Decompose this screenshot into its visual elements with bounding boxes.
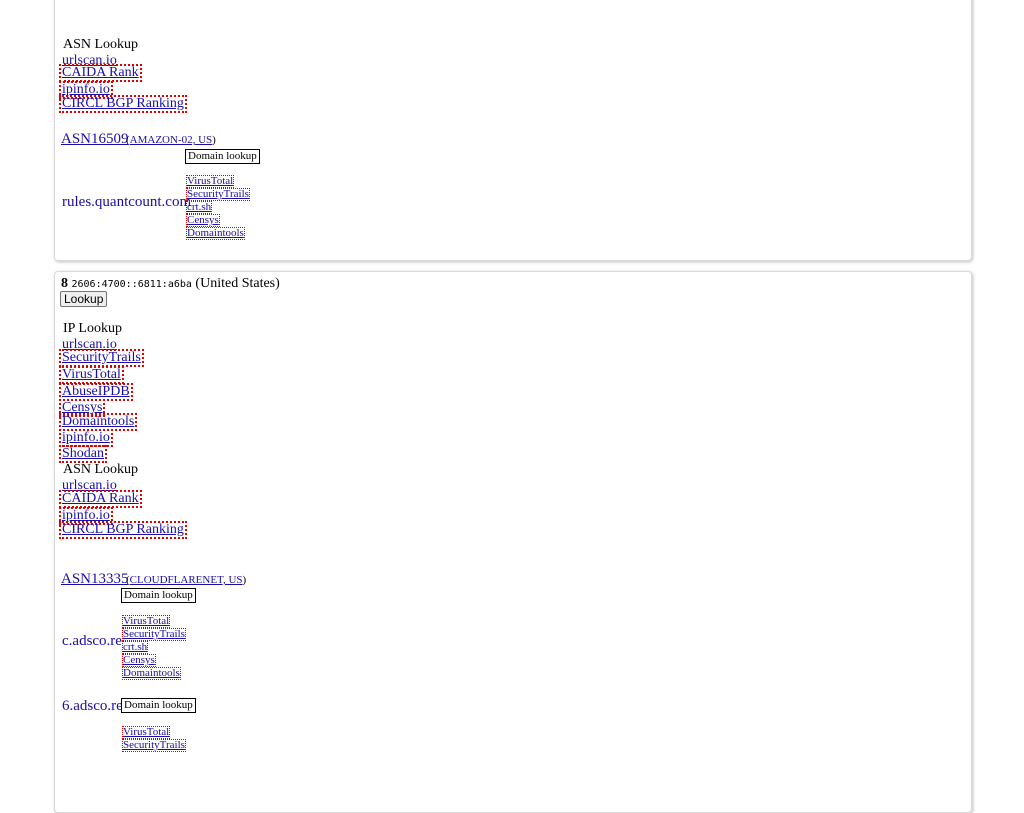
asn-number-link[interactable]: ASN13335 <box>61 571 129 588</box>
domain-link-virustotal[interactable]: VirusTotal <box>122 726 171 739</box>
ip-link-abuseipdb[interactable]: AbuseIPDB <box>59 383 133 401</box>
domain-link-virustotal[interactable]: VirusTotal <box>186 175 235 188</box>
asn-lookup-header: ASN Lookup <box>63 462 139 477</box>
result-card: 8 2606:4700::6811:a6ba (United States) L… <box>54 271 972 813</box>
domain-lookup-button[interactable]: Domain lookup <box>185 149 260 164</box>
asn-lookup-header: ASN Lookup <box>63 37 139 52</box>
domain-link-domaintools[interactable]: Domaintools <box>122 667 181 680</box>
domain-name: c.adsco.re <box>62 633 122 649</box>
asn-owner: (CLOUDFLARENET, US) <box>126 574 247 586</box>
domain-link-domaintools[interactable]: Domaintools <box>186 227 245 240</box>
domain-link-virustotal[interactable]: VirusTotal <box>122 615 171 628</box>
domain-lookup-button[interactable]: Domain lookup <box>121 588 196 603</box>
domain-link-censys[interactable]: Censys <box>122 654 156 667</box>
asn-link-caida-rank[interactable]: CAIDA Rank <box>59 64 142 82</box>
ip-link-virustotal[interactable]: VirusTotal <box>59 366 124 384</box>
result-card: ASN Lookup urlscan.io CAIDA Rank ipinfo.… <box>54 0 972 261</box>
domain-link-crtsh[interactable]: crt.sh <box>122 641 149 654</box>
domain-link-securitytrails[interactable]: SecurityTrails <box>122 739 186 752</box>
ip-country: (United States) <box>195 276 280 291</box>
domain-name: rules.quantcount.com <box>62 194 192 210</box>
domain-link-censys[interactable]: Censys <box>186 214 220 227</box>
asn-link-circl-bgp[interactable]: CIRCL BGP Ranking <box>59 95 187 113</box>
asn-owner-link[interactable]: AMAZON-02, US <box>130 134 213 146</box>
domain-link-crtsh[interactable]: crt.sh <box>186 201 213 214</box>
ip-link-domaintools[interactable]: Domaintools <box>58 413 138 431</box>
asn-link-caida-rank[interactable]: CAIDA Rank <box>59 490 142 508</box>
lookup-button[interactable]: Lookup <box>60 291 108 307</box>
domain-name: 6.adsco.re <box>62 698 123 714</box>
ip-link-ipinfo[interactable]: ipinfo.io <box>59 429 113 447</box>
ip-lookup-header: IP Lookup <box>63 321 122 336</box>
domain-link-securitytrails[interactable]: SecurityTrails <box>122 628 186 641</box>
domain-lookup-button[interactable]: Domain lookup <box>121 698 196 713</box>
asn-link-circl-bgp[interactable]: CIRCL BGP Ranking <box>59 521 187 539</box>
result-index: 8 <box>61 276 68 291</box>
domain-links: VirusTotal SecurityTrails crt.sh Censys … <box>186 175 250 240</box>
asn-number-link[interactable]: ASN16509 <box>61 131 129 148</box>
ip-link-shodan[interactable]: Shodan <box>59 445 107 463</box>
domain-link-securitytrails[interactable]: SecurityTrails <box>186 188 250 201</box>
asn-owner-link[interactable]: CLOUDFLARENET, US <box>130 574 243 586</box>
ip-link-securitytrails[interactable]: SecurityTrails <box>59 349 144 367</box>
ip-address: 2606:4700::6811:a6ba <box>71 279 192 290</box>
asn-owner: (AMAZON-02, US) <box>126 134 216 146</box>
domain-links: VirusTotal SecurityTrails <box>122 726 186 752</box>
domain-links: VirusTotal SecurityTrails crt.sh Censys … <box>122 615 186 680</box>
